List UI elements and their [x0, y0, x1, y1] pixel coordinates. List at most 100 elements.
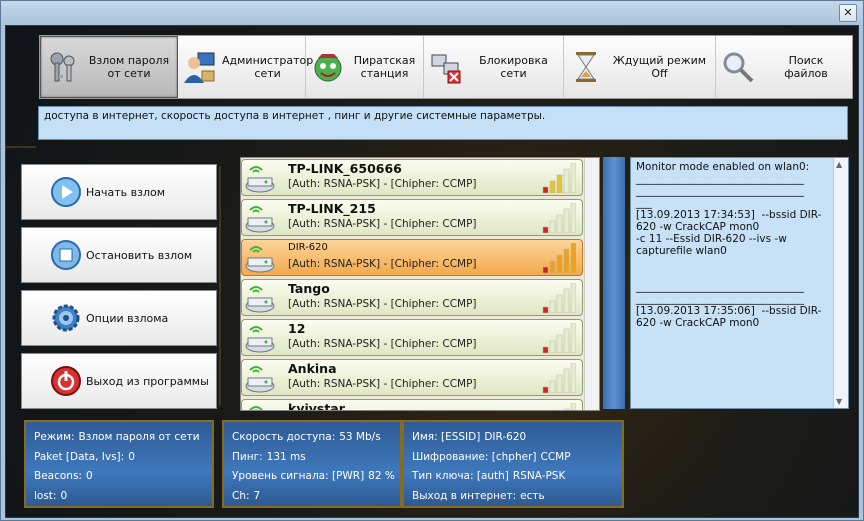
status-label: Уровень сигнала: [PWR]: [232, 470, 365, 482]
router-wifi-icon: [245, 246, 275, 273]
network-item[interactable]: DIR-620 [Auth: RSNA-PSK] - [Chipher: CCMP…: [241, 239, 583, 276]
status-label: Шифрование: [chpher]: [412, 450, 537, 463]
signal-bar: [563, 408, 570, 410]
network-auth: [Auth: RSNA-PSK] - [Chipher: CCMP]: [288, 258, 477, 270]
play-icon: [51, 177, 81, 207]
network-item[interactable]: Tango [Auth: RSNA-PSK] - [Chipher: CCMP]: [241, 279, 583, 316]
status-row: Paket [Data, Ivs]: 0: [34, 448, 204, 468]
stop-crack-button[interactable]: Остановить взлом: [21, 227, 217, 283]
info-bar: доступа в интернет, скорость доступа в и…: [38, 106, 848, 140]
network-auth: [Auth: RSNA-PSK] - [Chipher: CCMP]: [288, 338, 477, 350]
close-button[interactable]: ✕: [839, 4, 857, 22]
network-item[interactable]: TP-LINK_215 [Auth: RSNA-PSK] - [Chipher: …: [241, 199, 583, 236]
log-line: [13.09.2013 17:35:06] --bssid DIR-620 -w…: [636, 305, 822, 329]
router-wifi-icon: [245, 206, 275, 233]
status-row: Beacons: 0: [34, 467, 204, 487]
network-item[interactable]: 12 [Auth: RSNA-PSK] - [Chipher: CCMP]: [241, 319, 583, 356]
log-scrollbar[interactable]: ▲ ▼: [833, 158, 848, 408]
status-value: 0: [128, 450, 135, 463]
status-value: 7: [253, 489, 261, 502]
signal-bar: [549, 340, 556, 353]
router-wifi-icon: [245, 166, 275, 193]
exit-program-button[interactable]: Выход из программы: [21, 353, 217, 409]
signal-bar: [570, 403, 576, 410]
status-row: Режим: Взлом пароля от сети: [34, 428, 204, 448]
signal-bar: [556, 294, 563, 313]
signal-bar: [563, 208, 570, 233]
tab-network-block[interactable]: Блокировка сети: [424, 36, 564, 98]
tab-network-admin[interactable]: Администратор сети: [178, 36, 313, 98]
stop-crack-label: Остановить взлом: [86, 248, 193, 262]
network-auth: [Auth: RSNA-PSK] - [Chipher: CCMP]: [288, 178, 477, 190]
stop-icon: [51, 240, 81, 270]
network-list-scrollbar[interactable]: [584, 158, 599, 410]
status-label: lost:: [34, 489, 57, 502]
pirate-globe-icon: [314, 54, 342, 82]
crack-options-label: Опции взлома: [86, 311, 169, 325]
gear-icon: [52, 304, 80, 332]
tab-network-admin-label: Администратор сети: [222, 54, 314, 80]
scroll-down-icon[interactable]: ▼: [836, 397, 842, 406]
router-wifi-icon: [249, 406, 263, 410]
network-name: TP-LINK_650666: [288, 161, 402, 176]
status-value: Взлом пароля от сети: [78, 431, 200, 443]
tab-network-block-label: Блокировка сети: [479, 54, 548, 80]
signal-bar: [563, 368, 570, 393]
network-name: DIR-620: [288, 242, 328, 253]
signal-bar: [563, 168, 570, 193]
status-label: Paket [Data, Ivs]:: [34, 450, 125, 463]
log-line: -c 11 --Essid DIR-620 --ivs -w capturefi…: [636, 233, 791, 257]
main-client-area: Взлом пароля от сети Администратор сети: [5, 25, 859, 518]
signal-bar: [563, 328, 570, 353]
status-value: RSNA-PSK: [512, 470, 566, 482]
exit-program-label: Выход из программы: [86, 374, 209, 388]
crack-options-button[interactable]: Опции взлома: [21, 290, 217, 346]
network-item[interactable]: Ankina [Auth: RSNA-PSK] - [Chipher: CCMP]: [241, 359, 583, 396]
status-row: Тип ключа: [auth] RSNA-PSK: [412, 467, 614, 487]
app-window: ✕ Взлом пароля от сети Администратор сет…: [0, 0, 864, 521]
tab-password-crack[interactable]: Взлом пароля от сети: [40, 36, 178, 98]
status-label: Ch:: [232, 489, 250, 502]
signal-strength-icon: [542, 163, 576, 193]
network-auth: [Auth: RSNA-PSK] - [Chipher: CCMP]: [288, 298, 477, 310]
tab-password-crack-label: Взлом пароля от сети: [88, 54, 170, 80]
log-text: Monitor mode enabled on wlan0: __________…: [636, 161, 832, 329]
log-line: ________________________________: [636, 185, 804, 197]
log-line: ___: [636, 197, 652, 209]
signal-bar: [549, 260, 556, 273]
status-value: 131 ms: [266, 450, 306, 463]
log-line: Monitor mode enabled on wlan0:: [636, 161, 810, 173]
divider-strip: [603, 157, 625, 409]
start-crack-label: Начать взлом: [86, 185, 166, 199]
tab-standby-mode[interactable]: Ждущий режим Off: [564, 36, 716, 98]
tab-file-search[interactable]: Поиск файлов: [716, 36, 850, 98]
network-name: Ankina: [288, 361, 337, 376]
network-item[interactable]: kyivstar: [241, 399, 583, 411]
signal-bar: [542, 226, 549, 233]
network-name: kyivstar: [288, 401, 345, 411]
signal-strength-icon: [542, 283, 576, 313]
keys-icon: [50, 52, 75, 82]
signal-bar: [542, 346, 549, 353]
tab-pirate-station[interactable]: Пиратская станция: [306, 36, 424, 98]
tab-standby-mode-label: Ждущий режим Off: [612, 54, 707, 80]
signal-bar: [556, 374, 563, 393]
status-value: CCMP: [540, 450, 571, 463]
network-auth: [Auth: RSNA-PSK] - [Chipher: CCMP]: [288, 218, 477, 230]
signal-bar: [556, 254, 563, 273]
status-value: 0: [85, 470, 93, 482]
scroll-up-icon[interactable]: ▲: [836, 160, 842, 169]
toolbar: Взлом пароля от сети Администратор сети: [39, 35, 853, 99]
status-speed-box: Скорость доступа: 53 Mb/s Пинг: 131 ms Урове…: [222, 420, 402, 508]
signal-strength-icon: [563, 403, 576, 410]
tab-file-search-label: Поиск файлов: [784, 54, 828, 80]
status-value: 82 %: [368, 470, 395, 482]
decor-line: [219, 166, 221, 406]
status-row: Выход в интернет: есть: [412, 487, 614, 507]
start-crack-button[interactable]: Начать взлом: [21, 164, 217, 220]
signal-bar: [549, 180, 556, 193]
network-item[interactable]: TP-LINK_650666 [Auth: RSNA-PSK] - [Chiphe…: [241, 159, 583, 196]
signal-bar: [563, 288, 570, 313]
router-wifi-icon: [245, 366, 275, 393]
admin-user-icon: [184, 52, 215, 83]
